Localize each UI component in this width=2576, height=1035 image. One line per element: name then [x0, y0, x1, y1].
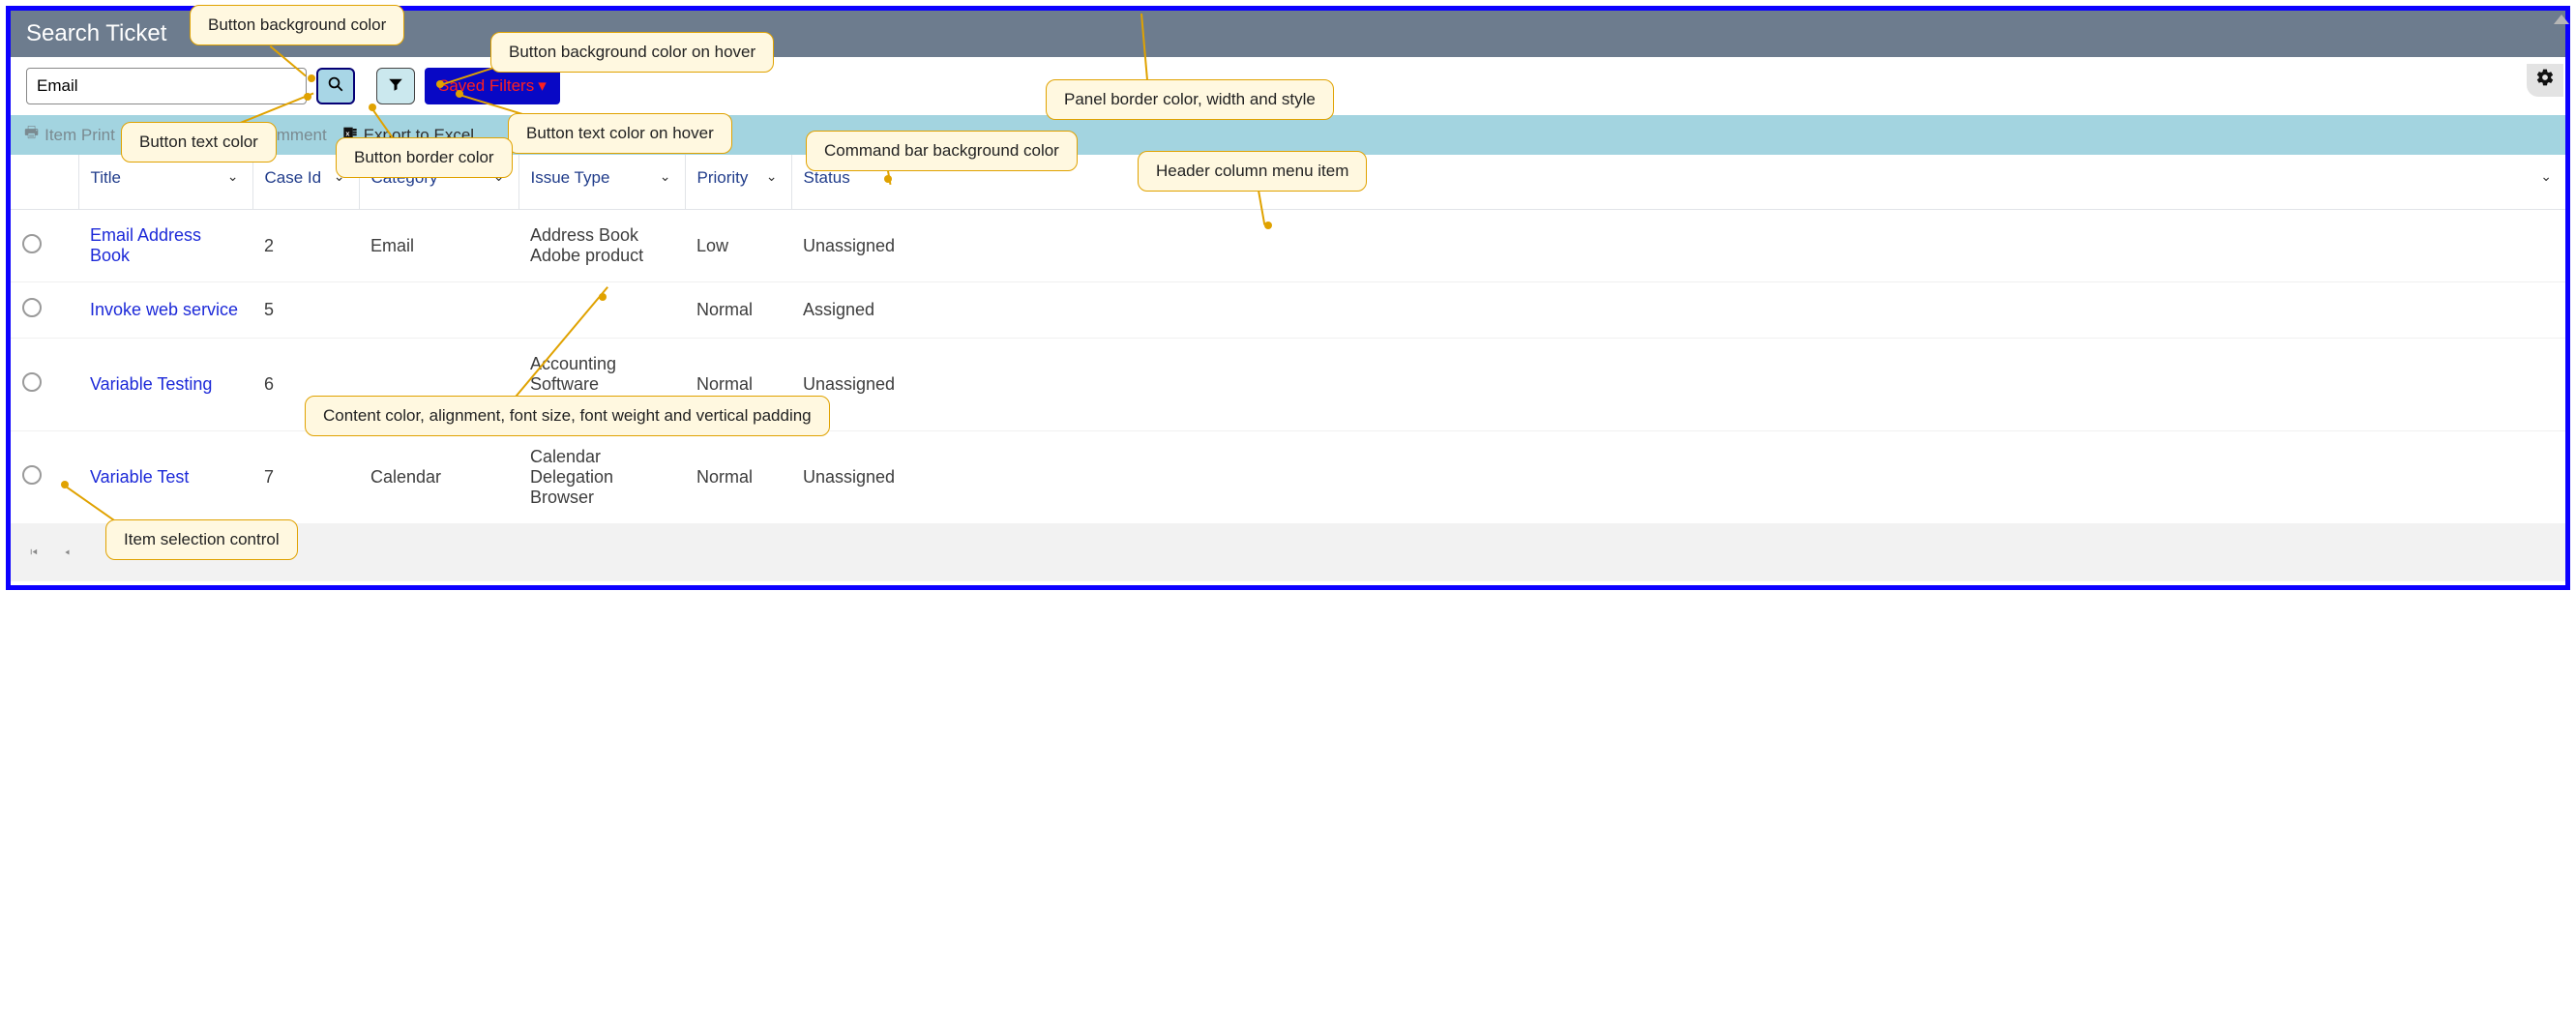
print-icon: 🖶 — [131, 122, 145, 148]
pager-prev-button[interactable] — [62, 546, 72, 560]
cell-priority: Normal — [685, 282, 791, 339]
cell-caseid: 7 — [252, 431, 359, 524]
saved-filters-button[interactable]: Saved Filters ▾ — [425, 68, 560, 104]
print-icon: 🖶 — [24, 122, 39, 148]
table-row: Variable Testing 6 Accounting Software Ado… — [11, 339, 2565, 431]
cell-issuetype: Accounting Software Adobe product — [518, 339, 685, 431]
chevron-down-icon[interactable]: ⌄ — [660, 168, 671, 185]
col-caseid[interactable]: Case Id ⌄ — [252, 155, 359, 210]
cell-caseid: 5 — [252, 282, 359, 339]
col-caseid-label: Case Id — [265, 168, 322, 187]
filter-button[interactable] — [376, 68, 415, 104]
ticket-table: Title ⌄ Case Id ⌄ Category ⌄ Issue Type … — [11, 155, 2565, 523]
cell-status: Assigned — [791, 282, 2565, 339]
search-button[interactable] — [316, 68, 355, 104]
col-category-label: Category — [371, 168, 438, 187]
cell-status: Unassigned — [791, 339, 2565, 431]
table-row: Invoke web service 5 NormalAssigned — [11, 282, 2565, 339]
cell-caseid: 2 — [252, 210, 359, 282]
cmd-list-print[interactable]: 🖶 List Print — [131, 122, 215, 148]
comment-icon: 💬 — [230, 126, 250, 145]
row-select-control[interactable] — [22, 298, 42, 317]
col-title-label: Title — [91, 168, 122, 187]
excel-icon: x — [342, 125, 358, 145]
cmd-item-print[interactable]: 🖶 Item Print — [24, 122, 115, 148]
search-toolbar: Saved Filters ▾ — [11, 57, 2565, 115]
panel-title: Search Ticket — [11, 11, 2565, 57]
col-issuetype-label: Issue Type — [531, 168, 610, 187]
filter-icon — [387, 75, 404, 98]
cell-issuetype: Calendar Delegation Browser — [518, 431, 685, 524]
panel-frame: Search Ticket Saved Filters ▾ 🖶 Item Pri… — [6, 6, 2570, 590]
cmd-list-print-label: List Print — [151, 126, 215, 145]
ticket-title-link[interactable]: Invoke web service — [90, 300, 238, 319]
col-status[interactable]: Status ⌄ — [791, 155, 2565, 210]
cell-category — [359, 282, 518, 339]
row-select-control[interactable] — [22, 465, 42, 485]
chevron-down-icon: ▾ — [538, 76, 547, 96]
cmd-export-label: Export to Excel — [364, 126, 474, 145]
cell-category: Email — [359, 210, 518, 282]
table-row: Variable Test 7CalendarCalendar Delegatio… — [11, 431, 2565, 524]
cell-priority: Normal — [685, 339, 791, 431]
chevron-down-icon[interactable]: ⌄ — [493, 168, 505, 185]
chevron-down-icon[interactable]: ⌄ — [766, 168, 778, 185]
cmd-comment-label: Comment — [255, 126, 327, 145]
col-title[interactable]: Title ⌄ — [78, 155, 252, 210]
cell-caseid: 6 — [252, 339, 359, 431]
cell-priority: Normal — [685, 431, 791, 524]
command-bar: 🖶 Item Print 🖶 List Print 💬 Comment x Ex… — [11, 115, 2565, 155]
cell-issuetype — [518, 282, 685, 339]
chevron-down-icon[interactable]: ⌄ — [2540, 168, 2552, 185]
saved-filters-label: Saved Filters — [438, 76, 534, 96]
search-icon — [327, 75, 344, 98]
ticket-title-link[interactable]: Variable Testing — [90, 374, 212, 394]
cell-priority: Low — [685, 210, 791, 282]
col-priority[interactable]: Priority ⌄ — [685, 155, 791, 210]
cmd-item-print-label: Item Print — [44, 126, 115, 145]
cmd-export-excel[interactable]: x Export to Excel — [342, 125, 474, 145]
search-input[interactable] — [26, 68, 307, 104]
col-issuetype[interactable]: Issue Type ⌄ — [518, 155, 685, 210]
col-status-label: Status — [804, 168, 850, 187]
cell-status: Unassigned — [791, 431, 2565, 524]
ticket-title-link[interactable]: Variable Test — [90, 467, 189, 487]
col-select — [11, 155, 78, 210]
chevron-down-icon[interactable]: ⌄ — [334, 168, 345, 185]
cmd-comment[interactable]: 💬 Comment — [230, 126, 327, 145]
pager-first-button[interactable] — [28, 546, 39, 560]
chevron-down-icon[interactable]: ⌄ — [227, 168, 239, 185]
col-category[interactable]: Category ⌄ — [359, 155, 518, 210]
scroll-indicator-icon — [2554, 15, 2569, 24]
cell-status: Unassigned — [791, 210, 2565, 282]
table-header-row: Title ⌄ Case Id ⌄ Category ⌄ Issue Type … — [11, 155, 2565, 210]
pager — [11, 523, 2565, 581]
cell-category — [359, 339, 518, 431]
table-row: Email Address Book 2EmailAddress Book Ado… — [11, 210, 2565, 282]
col-priority-label: Priority — [697, 168, 749, 187]
cell-category: Calendar — [359, 431, 518, 524]
row-select-control[interactable] — [22, 372, 42, 392]
ticket-title-link[interactable]: Email Address Book — [90, 225, 201, 265]
cell-issuetype: Address Book Adobe product — [518, 210, 685, 282]
row-select-control[interactable] — [22, 234, 42, 253]
